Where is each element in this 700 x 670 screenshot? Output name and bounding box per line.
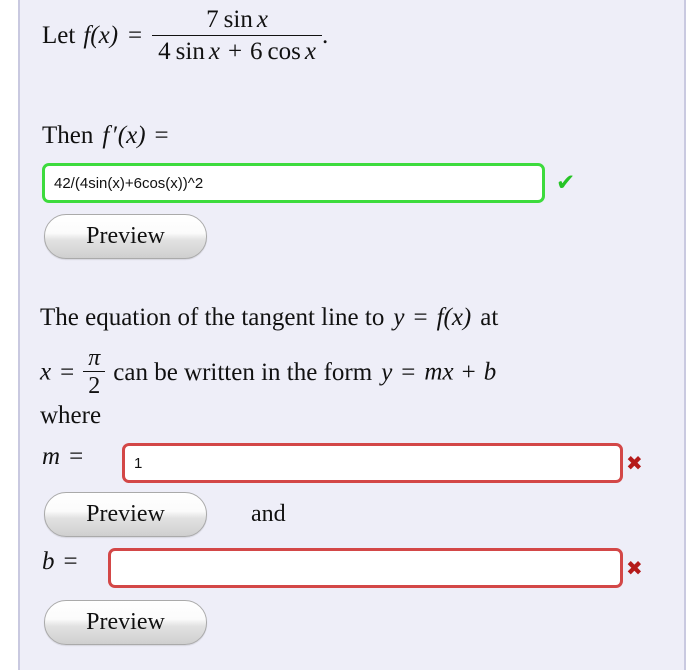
tangent-y: y bbox=[393, 304, 405, 331]
tangent-line-3: where bbox=[40, 403, 101, 428]
tangent-equals2: = bbox=[401, 358, 416, 386]
tangent-line-1: The equation of the tangent line to y = f(x… bbox=[40, 305, 498, 330]
cross-icon: ✖ bbox=[626, 556, 643, 580]
fraction-numerator: 7 sin x bbox=[152, 6, 322, 35]
m-equals: = bbox=[69, 443, 84, 470]
equals-sign: = bbox=[128, 21, 143, 49]
numerator-variable: x bbox=[256, 6, 268, 33]
den-coeff-1: 4 bbox=[158, 38, 171, 66]
m-label: m = bbox=[42, 444, 85, 469]
then-word: Then bbox=[42, 122, 94, 149]
tangent-at: at bbox=[480, 304, 499, 331]
function-definition: Let f(x) = 7 sin x 4 sin x +6 cos x . bbox=[42, 6, 329, 67]
den-var-1: x bbox=[208, 38, 220, 66]
derivative-equals: = bbox=[154, 122, 169, 149]
check-icon: ✔ bbox=[556, 170, 576, 196]
numerator-coefficient: 7 bbox=[206, 6, 219, 33]
numerator-function: sin bbox=[223, 6, 253, 33]
tangent-x-equals: = bbox=[60, 358, 75, 386]
pi-over-two-fraction: π 2 bbox=[83, 345, 106, 398]
fprime-answer-input[interactable] bbox=[42, 163, 545, 203]
preview-b-button[interactable]: Preview bbox=[44, 600, 207, 645]
den-coeff-2: 6 bbox=[250, 38, 263, 66]
den-func-1: sin bbox=[175, 38, 205, 66]
page-root: Let f(x) = 7 sin x 4 sin x +6 cos x . Then f′(x) = … bbox=[0, 0, 700, 670]
m-variable: m bbox=[42, 443, 61, 470]
b-variable: b bbox=[42, 548, 55, 575]
den-var-2: x bbox=[304, 38, 316, 66]
tangent-x2: x bbox=[442, 358, 454, 386]
b-equals: = bbox=[63, 548, 78, 575]
let-word: Let bbox=[42, 21, 76, 49]
tangent-line-2: x = π 2 can be written in the form y = mx + b bbox=[40, 345, 497, 400]
where-word: where bbox=[40, 402, 102, 429]
cross-icon: ✖ bbox=[626, 451, 643, 475]
tangent-y2: y bbox=[381, 358, 393, 386]
tangent-intercept-b: b bbox=[483, 358, 497, 386]
tangent-text-mid: can be written in the form bbox=[113, 358, 373, 386]
derivative-argument: (x) bbox=[117, 122, 146, 149]
and-conjunction: and bbox=[251, 501, 286, 527]
period-mark: . bbox=[321, 21, 329, 49]
tangent-text-a: The equation of the tangent line to bbox=[40, 304, 385, 331]
prime-mark: ′ bbox=[111, 122, 117, 149]
tangent-plus: + bbox=[461, 358, 476, 386]
pi-numerator: π bbox=[88, 345, 101, 371]
b-answer-input[interactable] bbox=[108, 548, 623, 588]
b-label: b = bbox=[42, 549, 80, 574]
function-fraction: 7 sin x 4 sin x +6 cos x bbox=[152, 6, 322, 66]
tangent-slope-m: m bbox=[424, 358, 443, 386]
fraction-denominator: 4 sin x +6 cos x bbox=[152, 35, 322, 65]
derivative-symbol: f bbox=[102, 122, 110, 149]
tangent-equals: = bbox=[413, 304, 428, 331]
function-name: f(x) bbox=[83, 21, 119, 49]
den-func-2: cos bbox=[267, 38, 301, 66]
tangent-x-var: x bbox=[40, 358, 52, 386]
den-plus: + bbox=[227, 38, 243, 66]
derivative-prompt: Then f′(x) = bbox=[42, 123, 171, 148]
question-content: Let f(x) = 7 sin x 4 sin x +6 cos x . Then f′(x) = … bbox=[22, 0, 646, 670]
preview-fprime-button[interactable]: Preview bbox=[44, 214, 207, 259]
m-answer-input[interactable] bbox=[122, 443, 623, 483]
preview-m-button[interactable]: Preview bbox=[44, 492, 207, 537]
two-denominator: 2 bbox=[83, 371, 106, 398]
tangent-fx: f(x) bbox=[436, 304, 472, 331]
